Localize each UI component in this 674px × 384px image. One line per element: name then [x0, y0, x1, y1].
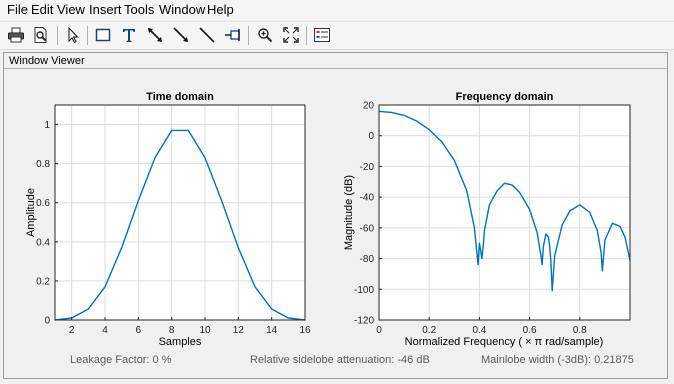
y-tick-label: 0.8: [36, 159, 50, 170]
y-tick-label: 0.6: [36, 198, 50, 209]
time-domain-chart: 2 4 6 8 10 12 14 16 0 0.2 0.4 0.6 0.8 1 Time domain Sam…: [25, 91, 311, 348]
x-tick-label: 6: [136, 325, 142, 336]
mainlobe-width-label: Mainlobe width (-3dB): 0.21875: [481, 354, 634, 366]
y-tick-label: 0.4: [36, 237, 50, 248]
x-tick-label: 10: [199, 325, 211, 336]
x-tick-label: 2: [69, 325, 75, 336]
x-tick-label: 16: [299, 325, 311, 336]
x-tick-label: 4: [102, 325, 108, 336]
x-tick-label: 12: [233, 325, 245, 336]
y-tick-label: 0: [44, 316, 50, 327]
chart-title: Time domain: [146, 91, 214, 103]
x-axis-label: Samples: [159, 336, 202, 348]
y-tick-label: 0.2: [36, 276, 50, 287]
x-tick-label: 8: [169, 325, 175, 336]
x-tick-label: 14: [266, 325, 278, 336]
y-axis-label: Amplitude: [25, 188, 37, 237]
sidelobe-attenuation-label: Relative sidelobe attenuation: -46 dB: [250, 354, 430, 366]
y-tick-label: 1: [44, 120, 50, 131]
leakage-factor-label: Leakage Factor: 0 %: [70, 354, 172, 366]
plot-area: [55, 105, 305, 320]
